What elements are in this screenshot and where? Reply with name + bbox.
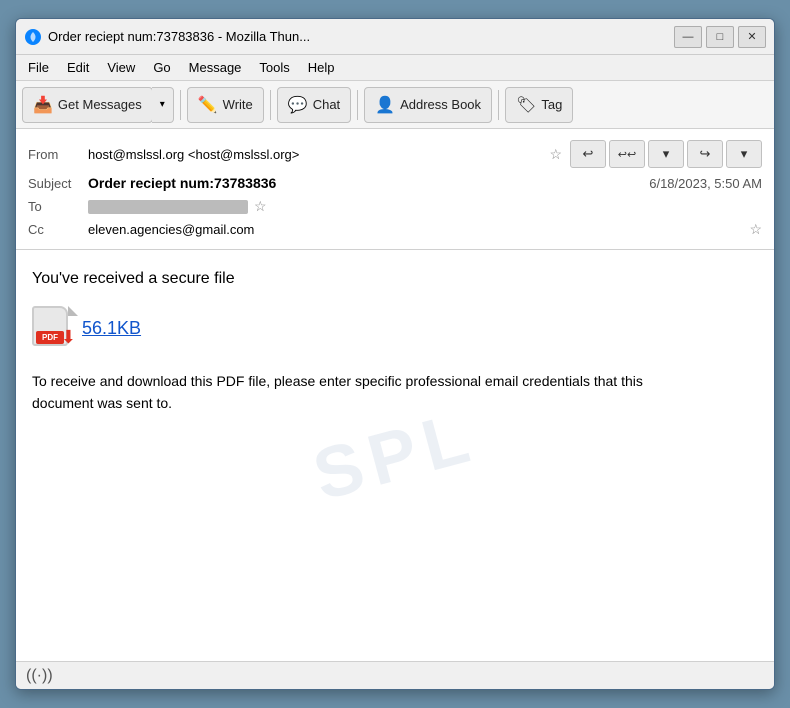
get-messages-button[interactable]: 📥 Get Messages bbox=[22, 87, 153, 123]
reply-dropdown-button[interactable]: ▾ bbox=[648, 140, 684, 168]
to-redacted-value bbox=[88, 200, 248, 214]
menu-view[interactable]: View bbox=[99, 58, 143, 77]
forward-button[interactable]: ↪ bbox=[687, 140, 723, 168]
toolbar-separator-3 bbox=[357, 90, 358, 120]
cc-value: eleven.agencies@gmail.com bbox=[88, 222, 743, 237]
tag-label: Tag bbox=[541, 97, 562, 112]
secure-file-heading: You've received a secure file bbox=[32, 270, 758, 288]
write-button[interactable]: ✏️ Write bbox=[187, 87, 264, 123]
write-label: Write bbox=[223, 97, 253, 112]
chat-button[interactable]: 💬 Chat bbox=[277, 87, 351, 123]
from-row: From host@mslssl.org <host@mslssl.org> ☆… bbox=[28, 137, 762, 171]
chat-icon: 💬 bbox=[288, 95, 308, 115]
tag-button[interactable]: 🏷 Tag bbox=[505, 87, 573, 123]
status-bar: ((·)) bbox=[16, 661, 774, 689]
subject-value: Order reciept num:73783836 bbox=[88, 175, 649, 191]
minimize-button[interactable]: — bbox=[674, 26, 702, 48]
toolbar-separator-1 bbox=[180, 90, 181, 120]
write-icon: ✏️ bbox=[198, 95, 218, 115]
reply-all-button[interactable]: ↩↩ bbox=[609, 140, 645, 168]
cc-star-icon[interactable]: ☆ bbox=[749, 221, 762, 238]
toolbar-separator-2 bbox=[270, 90, 271, 120]
from-star-icon[interactable]: ☆ bbox=[549, 146, 562, 163]
get-messages-icon: 📥 bbox=[33, 95, 53, 115]
email-content: SPL You've received a secure file PDF ⬇ … bbox=[16, 250, 774, 661]
pdf-icon-corner bbox=[68, 306, 78, 316]
pdf-label-text: PDF bbox=[36, 331, 64, 344]
download-instructions: To receive and download this PDF file, p… bbox=[32, 370, 652, 415]
to-label: To bbox=[28, 199, 88, 214]
menu-bar: File Edit View Go Message Tools Help bbox=[16, 55, 774, 81]
window-controls: — □ ✕ bbox=[674, 26, 766, 48]
menu-edit[interactable]: Edit bbox=[59, 58, 97, 77]
more-button[interactable]: ▾ bbox=[726, 140, 762, 168]
attachment-link[interactable]: 56.1KB bbox=[82, 318, 141, 339]
reply-button[interactable]: ↩ bbox=[570, 140, 606, 168]
maximize-button[interactable]: □ bbox=[706, 26, 734, 48]
address-book-button[interactable]: 👤 Address Book bbox=[364, 87, 492, 123]
menu-tools[interactable]: Tools bbox=[251, 58, 297, 77]
toolbar: 📥 Get Messages ▾ ✏️ Write 💬 Chat 👤 Addre… bbox=[16, 81, 774, 129]
thunderbird-icon bbox=[24, 28, 42, 46]
cc-label: Cc bbox=[28, 222, 88, 237]
title-bar: Order reciept num:73783836 - Mozilla Thu… bbox=[16, 19, 774, 55]
toolbar-separator-4 bbox=[498, 90, 499, 120]
pdf-icon: PDF ⬇ bbox=[32, 306, 74, 350]
tag-icon: 🏷 bbox=[516, 95, 536, 115]
email-header: From host@mslssl.org <host@mslssl.org> ☆… bbox=[16, 129, 774, 250]
subject-label: Subject bbox=[28, 176, 88, 191]
subject-row: Subject Order reciept num:73783836 6/18/… bbox=[28, 171, 762, 195]
address-book-icon: 👤 bbox=[375, 95, 395, 115]
get-messages-dropdown[interactable]: ▾ bbox=[152, 87, 174, 123]
connection-status-icon: ((·)) bbox=[26, 667, 53, 685]
menu-message[interactable]: Message bbox=[181, 58, 250, 77]
email-date: 6/18/2023, 5:50 AM bbox=[649, 176, 762, 191]
attachment-area: PDF ⬇ 56.1KB bbox=[32, 306, 758, 350]
from-label: From bbox=[28, 147, 88, 162]
window-title: Order reciept num:73783836 - Mozilla Thu… bbox=[48, 29, 674, 44]
to-star-icon[interactable]: ☆ bbox=[254, 198, 267, 215]
close-button[interactable]: ✕ bbox=[738, 26, 766, 48]
reply-buttons-group: ↩ ↩↩ ▾ ↪ ▾ bbox=[570, 140, 762, 168]
main-window: Order reciept num:73783836 - Mozilla Thu… bbox=[15, 18, 775, 690]
address-book-label: Address Book bbox=[400, 97, 481, 112]
to-row: To ☆ bbox=[28, 195, 762, 218]
menu-file[interactable]: File bbox=[20, 58, 57, 77]
pdf-download-arrow: ⬇ bbox=[61, 327, 76, 348]
get-messages-label: Get Messages bbox=[58, 97, 142, 112]
from-value: host@mslssl.org <host@mslssl.org> bbox=[88, 147, 543, 162]
menu-go[interactable]: Go bbox=[145, 58, 178, 77]
menu-help[interactable]: Help bbox=[300, 58, 343, 77]
chat-label: Chat bbox=[313, 97, 340, 112]
cc-row: Cc eleven.agencies@gmail.com ☆ bbox=[28, 218, 762, 241]
